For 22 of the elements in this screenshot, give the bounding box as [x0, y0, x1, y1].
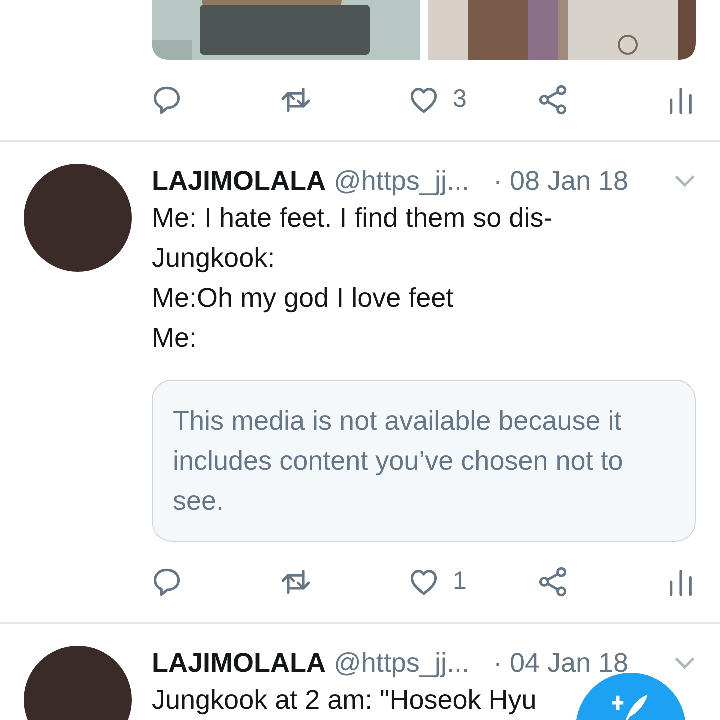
author-name[interactable]: LAJIMOLALA	[152, 164, 326, 198]
media-notice: This media is not available because it includes content you’ve chosen not to see.	[152, 380, 696, 542]
tweet-date: · 04 Jan 18	[493, 647, 629, 680]
user-handle[interactable]: @https_jj...	[334, 646, 470, 680]
heart-icon[interactable]	[409, 567, 439, 597]
like-count: 1	[453, 566, 467, 598]
retweet-icon[interactable]	[280, 567, 310, 597]
user-handle[interactable]: @https_jj...	[334, 164, 470, 198]
tweet-text: Me: I hate feet. I find them so dis-	[152, 202, 553, 235]
tweet-text: Jungkook at 2 am: "Hoseok Hyu	[152, 684, 537, 717]
tweet-text: Me:	[152, 322, 198, 355]
tweet-date: · 08 Jan 18	[493, 165, 629, 198]
heart-icon[interactable]	[409, 85, 439, 115]
reply-icon[interactable]	[152, 567, 182, 597]
like-count: 3	[453, 84, 467, 116]
share-icon[interactable]	[538, 85, 568, 115]
retweet-icon[interactable]	[280, 85, 310, 115]
share-icon[interactable]	[538, 567, 568, 597]
tweet-text: Jungkook:	[152, 242, 276, 275]
author-name[interactable]: LAJIMOLALA	[152, 646, 326, 680]
reply-icon[interactable]	[152, 85, 182, 115]
tweet-text: Me:Oh my god I love feet	[152, 282, 454, 315]
